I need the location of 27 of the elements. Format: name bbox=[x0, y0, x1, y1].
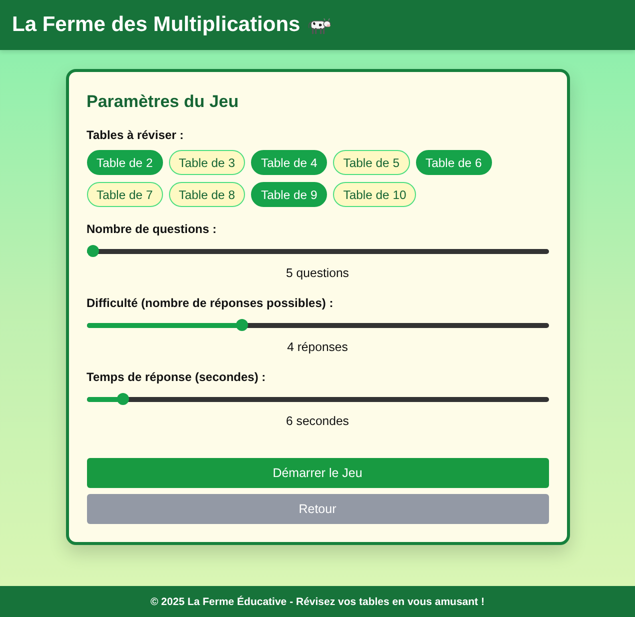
table-chip[interactable]: Table de 8 bbox=[168, 182, 245, 207]
slider-thumb[interactable] bbox=[236, 319, 248, 331]
range-slider[interactable] bbox=[86, 393, 548, 405]
table-chip[interactable]: Table de 6 bbox=[416, 150, 492, 175]
slider-label: Nombre de questions : bbox=[86, 221, 218, 237]
slider-label: Difficulté (nombre de réponses possibles) : bbox=[86, 295, 334, 311]
table-chip[interactable]: Table de 7 bbox=[86, 182, 163, 207]
table-chip[interactable]: Table de 4 bbox=[251, 150, 328, 175]
footer-text: © 2025 La Ferme Éducative - Révisez vos tables en vous amusant ! bbox=[150, 596, 484, 608]
slider-value: 6 secondes bbox=[285, 413, 350, 429]
app-title: La Ferme des Multiplications bbox=[12, 13, 300, 37]
slider-thumb[interactable] bbox=[86, 245, 98, 257]
table-chip[interactable]: Table de 3 bbox=[168, 150, 245, 175]
tables-label: Tables à réviser : bbox=[86, 127, 185, 143]
slider-thumb[interactable] bbox=[116, 393, 129, 405]
range-slider[interactable] bbox=[86, 245, 548, 257]
slider-value: 5 questions bbox=[285, 265, 350, 281]
card-title: Paramètres du Jeu bbox=[86, 91, 240, 113]
slider-value: 4 réponses bbox=[286, 339, 349, 355]
table-chip[interactable]: Table de 9 bbox=[251, 182, 328, 207]
table-chip[interactable]: Table de 5 bbox=[333, 150, 410, 175]
slider-label: Temps de réponse (secondes) : bbox=[86, 369, 267, 385]
table-chip[interactable]: Table de 10 bbox=[333, 182, 416, 207]
start-button[interactable]: Démarrer le Jeu bbox=[86, 458, 548, 488]
back-button[interactable]: Retour bbox=[86, 494, 548, 524]
table-chip[interactable]: Table de 2 bbox=[86, 150, 163, 175]
range-slider[interactable] bbox=[86, 319, 548, 331]
